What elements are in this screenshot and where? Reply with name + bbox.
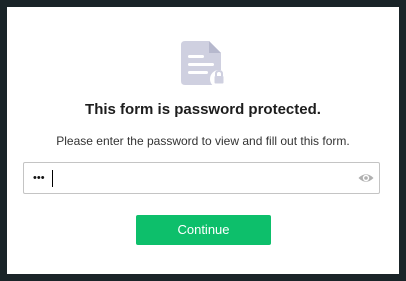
dialog-title: This form is password protected. xyxy=(85,101,321,118)
dialog-subtitle: Please enter the password to view and fi… xyxy=(56,134,350,148)
continue-button[interactable]: Continue xyxy=(136,215,271,245)
text-caret xyxy=(52,170,53,187)
password-input[interactable]: ••• xyxy=(23,162,380,194)
password-value: ••• xyxy=(33,172,45,184)
password-dialog: This form is password protected. Please … xyxy=(7,7,399,274)
eye-icon[interactable] xyxy=(358,172,374,184)
document-lock-icon xyxy=(181,41,228,88)
